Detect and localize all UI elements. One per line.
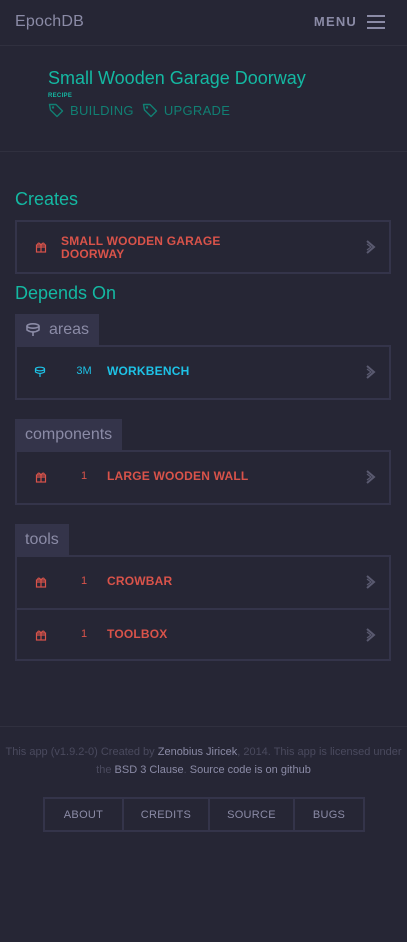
area-icon	[34, 366, 46, 377]
areas-list: 3M WORKBENCH	[15, 345, 391, 400]
chevron-right-icon	[366, 628, 376, 642]
tag-list: BUILDING UPGRADE	[48, 102, 230, 118]
list-item[interactable]: 1 TOOLBOX	[17, 608, 389, 659]
tag-label: BUILDING	[70, 102, 134, 118]
group-label: components	[25, 425, 113, 443]
author-link[interactable]: Zenobius Jiricek	[158, 746, 237, 758]
gift-icon	[35, 242, 47, 253]
area-icon	[26, 322, 40, 336]
tools-list: 1 CROWBAR 1 TOOLBOX	[15, 555, 391, 661]
group-label: tools	[25, 530, 59, 548]
license-link[interactable]: BSD 3 Clause	[115, 764, 184, 776]
gift-icon	[35, 577, 47, 588]
list-item[interactable]: SMALL WOODEN GARAGE DOORWAY	[17, 222, 389, 272]
group-header-tools: tools	[15, 524, 69, 555]
item-name: CROWBAR	[107, 574, 173, 588]
menu-button[interactable]: MENU	[314, 13, 385, 29]
item-name: TOOLBOX	[107, 627, 168, 641]
item-name: SMALL WOODEN GARAGE DOORWAY	[61, 234, 221, 261]
item-quantity: 1	[80, 575, 88, 587]
group-header-components: components	[15, 419, 123, 450]
page-footer: This app (v1.9.2-0) Created by Zenobius …	[0, 726, 407, 832]
creates-heading: Creates	[15, 189, 79, 209]
item-quantity: 1	[80, 470, 88, 482]
footer-link-bugs[interactable]: BUGS	[293, 799, 363, 830]
gift-icon	[35, 630, 47, 641]
list-item[interactable]: 1 CROWBAR	[17, 557, 389, 608]
group-header-areas: areas	[15, 314, 100, 345]
item-type-label: RECIPE	[48, 93, 73, 99]
top-nav-bar: EpochDB MENU	[0, 0, 407, 46]
footer-link-credits[interactable]: CREDITS	[122, 799, 208, 830]
brand-logo[interactable]: EpochDB	[15, 13, 84, 31]
footer-credits-text: This app (v1.9.2-0) Created by Zenobius …	[5, 746, 402, 776]
depends-heading: Depends On	[15, 283, 117, 303]
footer-link-about[interactable]: ABOUT	[45, 799, 122, 830]
components-list: 1 LARGE WOODEN WALL	[15, 450, 391, 505]
tag-upgrade[interactable]: UPGRADE	[142, 102, 230, 118]
creates-list: SMALL WOODEN GARAGE DOORWAY	[15, 220, 391, 274]
gift-icon	[35, 472, 47, 483]
item-quantity: 1	[80, 628, 88, 640]
footer-nav: ABOUT CREDITS SOURCE BUGS	[43, 797, 365, 832]
item-header: Small Wooden Garage Doorway RECIPE BUILD…	[0, 46, 407, 152]
list-item[interactable]: 1 LARGE WOODEN WALL	[17, 452, 389, 503]
page-title: Small Wooden Garage Doorway	[48, 68, 306, 88]
footer-link-source[interactable]: SOURCE	[208, 799, 293, 830]
item-name: WORKBENCH	[107, 364, 190, 378]
chevron-right-icon	[366, 575, 376, 589]
chevron-right-icon	[366, 240, 376, 254]
source-code-link[interactable]: Source code is on github	[190, 764, 311, 776]
tag-icon	[48, 103, 64, 118]
item-name: LARGE WOODEN WALL	[107, 469, 249, 483]
group-label: areas	[49, 320, 90, 338]
list-item[interactable]: 3M WORKBENCH	[17, 347, 389, 398]
chevron-right-icon	[366, 470, 376, 484]
item-quantity: 3M	[76, 365, 92, 377]
tag-label: UPGRADE	[163, 102, 231, 118]
tag-building[interactable]: BUILDING	[48, 102, 134, 118]
hamburger-icon	[367, 13, 385, 29]
tag-icon	[142, 103, 158, 118]
chevron-right-icon	[366, 365, 376, 379]
menu-label: MENU	[313, 13, 357, 29]
